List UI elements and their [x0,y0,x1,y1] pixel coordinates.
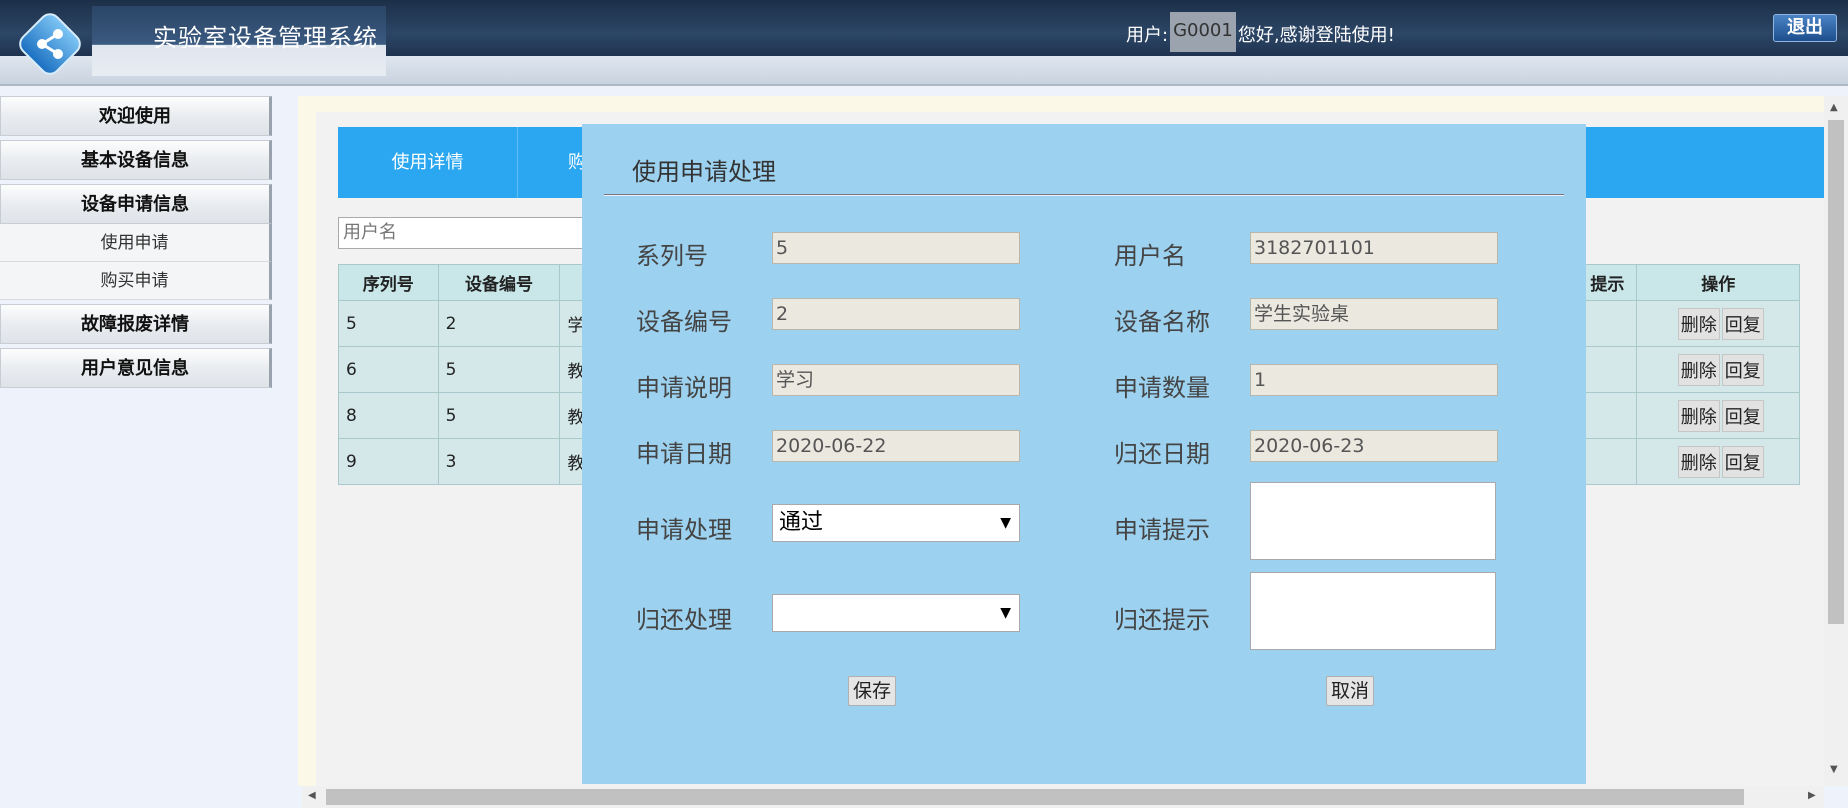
cancel-button[interactable]: 取消 [1326,676,1375,706]
dropdown-arrow-icon: ▼ [1000,515,1011,531]
vertical-scroll-thumb[interactable] [1828,120,1844,624]
dropdown-arrow-icon: ▼ [1000,605,1011,621]
column-header-actions: 操作 [1636,264,1800,301]
welcome-text: 您好,感谢登陆使用! [1237,25,1395,46]
scroll-up-icon[interactable]: ▲ [1830,102,1838,113]
save-button[interactable]: 保存 [848,676,897,706]
serial-field[interactable]: 5 [772,232,1020,264]
apply-date-field[interactable]: 2020-06-22 [772,430,1020,462]
process-label: 申请处理 [636,516,732,544]
cell-device-no: 2 [437,300,561,347]
vertical-scrollbar[interactable]: ▲ ▼ [1824,96,1848,786]
user-info: 用户: G0001 您好,感谢登陆使用! [1126,12,1395,52]
sidebar-item-welcome[interactable]: 欢迎使用 [0,96,272,136]
cell-id: 5 [338,300,439,347]
hint-label: 申请提示 [1114,516,1210,544]
scroll-down-icon[interactable]: ▼ [1830,764,1838,775]
dialog-title: 使用申请处理 [632,158,776,186]
reply-button[interactable]: 回复 [1721,399,1764,432]
scroll-left-icon[interactable]: ◀ [308,790,316,801]
column-header-device-no: 设备编号 [437,264,561,301]
return-hint-label: 归还提示 [1114,606,1210,634]
sidebar-item-purchase-application[interactable]: 购买申请 [0,262,272,300]
description-label: 申请说明 [636,374,732,402]
delete-button[interactable]: 删除 [1677,399,1720,432]
delete-button[interactable]: 删除 [1677,353,1720,386]
return-hint-textarea[interactable] [1250,572,1496,650]
serial-label: 系列号 [636,242,708,270]
delete-button[interactable]: 删除 [1677,445,1720,478]
sidebar-item-equipment-application[interactable]: 设备申请信息 [0,184,272,224]
process-select-value: 通过 [779,510,824,535]
share-logo-icon [19,13,81,75]
username-field[interactable]: 3182701101 [1250,232,1498,264]
sidebar: 欢迎使用 基本设备信息 设备申请信息 使用申请 购买申请 故障报废详情 用户意见… [0,96,274,392]
sidebar-item-user-feedback[interactable]: 用户意见信息 [0,348,272,388]
reply-button[interactable]: 回复 [1721,445,1764,478]
cell-actions: 删除 回复 [1636,300,1800,347]
sidebar-item-fault-scrap[interactable]: 故障报废详情 [0,304,272,344]
quantity-field[interactable]: 1 [1250,364,1498,396]
cell-actions: 删除 回复 [1636,438,1800,485]
sidebar-item-equipment-info[interactable]: 基本设备信息 [0,140,272,180]
cell-device-no: 5 [437,392,561,439]
cell-actions: 删除 回复 [1636,346,1800,393]
hint-textarea[interactable] [1250,482,1496,560]
apply-date-label: 申请日期 [636,440,732,468]
search-input[interactable]: 用户名 [338,217,598,249]
user-label: 用户: [1126,25,1169,46]
return-process-select[interactable]: ▼ [772,594,1020,632]
cell-id: 9 [338,438,439,485]
cell-device-no: 3 [437,438,561,485]
cell-device-no: 5 [437,346,561,393]
device-name-field[interactable]: 学生实验桌 [1250,298,1498,330]
tab-use-details[interactable]: 使用详情 [338,127,518,198]
description-field[interactable]: 学习 [772,364,1020,396]
user-id: G0001 [1170,12,1236,52]
return-process-label: 归还处理 [636,606,732,634]
process-select[interactable]: 通过 ▼ [772,504,1020,542]
horizontal-scrollbar[interactable]: ◀ ▶ [302,786,1824,808]
quantity-label: 申请数量 [1114,374,1210,402]
device-no-field[interactable]: 2 [772,298,1020,330]
cell-id: 8 [338,392,439,439]
logout-button[interactable]: 退出 [1773,14,1837,42]
system-title: 实验室设备管理系统 [153,24,378,52]
sidebar-item-use-application[interactable]: 使用申请 [0,224,272,262]
device-no-label: 设备编号 [636,308,732,336]
return-date-field[interactable]: 2020-06-23 [1250,430,1498,462]
scroll-right-icon[interactable]: ▶ [1808,790,1816,801]
delete-button[interactable]: 删除 [1677,307,1720,340]
reply-button[interactable]: 回复 [1721,353,1764,386]
use-application-dialog: 使用申请处理 系列号 5 用户名 3182701101 设备编号 2 设备名称 … [582,124,1586,784]
horizontal-scroll-thumb[interactable] [326,789,1744,805]
cell-id: 6 [338,346,439,393]
column-header-id: 序列号 [338,264,439,301]
system-title-box: 实验室设备管理系统 [92,6,386,76]
dialog-divider [604,194,1564,196]
cell-actions: 删除 回复 [1636,392,1800,439]
device-name-label: 设备名称 [1114,308,1210,336]
reply-button[interactable]: 回复 [1721,307,1764,340]
username-label: 用户名 [1114,242,1186,270]
return-date-label: 归还日期 [1114,440,1210,468]
